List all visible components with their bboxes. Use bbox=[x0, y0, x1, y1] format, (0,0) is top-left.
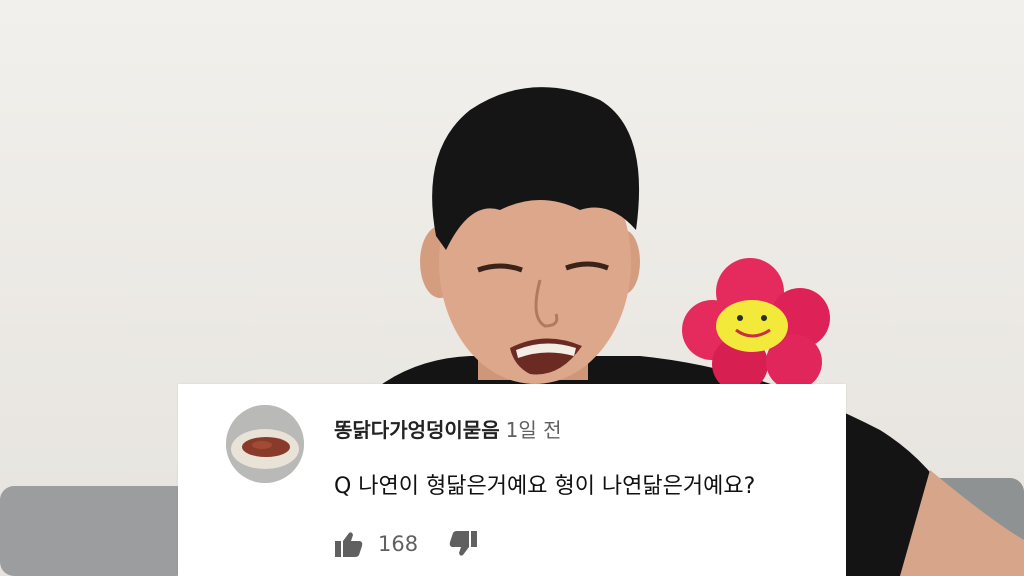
comment-timestamp: 1일 전 bbox=[505, 418, 562, 442]
comment-actions: 168 bbox=[334, 529, 478, 559]
comment-text: Q 나연이 형닮은거예요 형이 나연닮은거예요? bbox=[334, 474, 756, 499]
sofa-left bbox=[0, 486, 190, 576]
comment-card: 똥닭다가엉덩이묻음 1일 전 Q 나연이 형닮은거예요 형이 나연닮은거예요? 1… bbox=[178, 384, 846, 576]
avatar[interactable] bbox=[226, 405, 304, 483]
comment-author[interactable]: 똥닭다가엉덩이묻음 bbox=[334, 418, 500, 442]
thumbs-down-icon[interactable] bbox=[448, 529, 478, 559]
comment-author-line: 똥닭다가엉덩이묻음 1일 전 bbox=[334, 414, 562, 443]
thumbs-up-icon[interactable] bbox=[334, 529, 364, 559]
like-count: 168 bbox=[378, 532, 419, 556]
